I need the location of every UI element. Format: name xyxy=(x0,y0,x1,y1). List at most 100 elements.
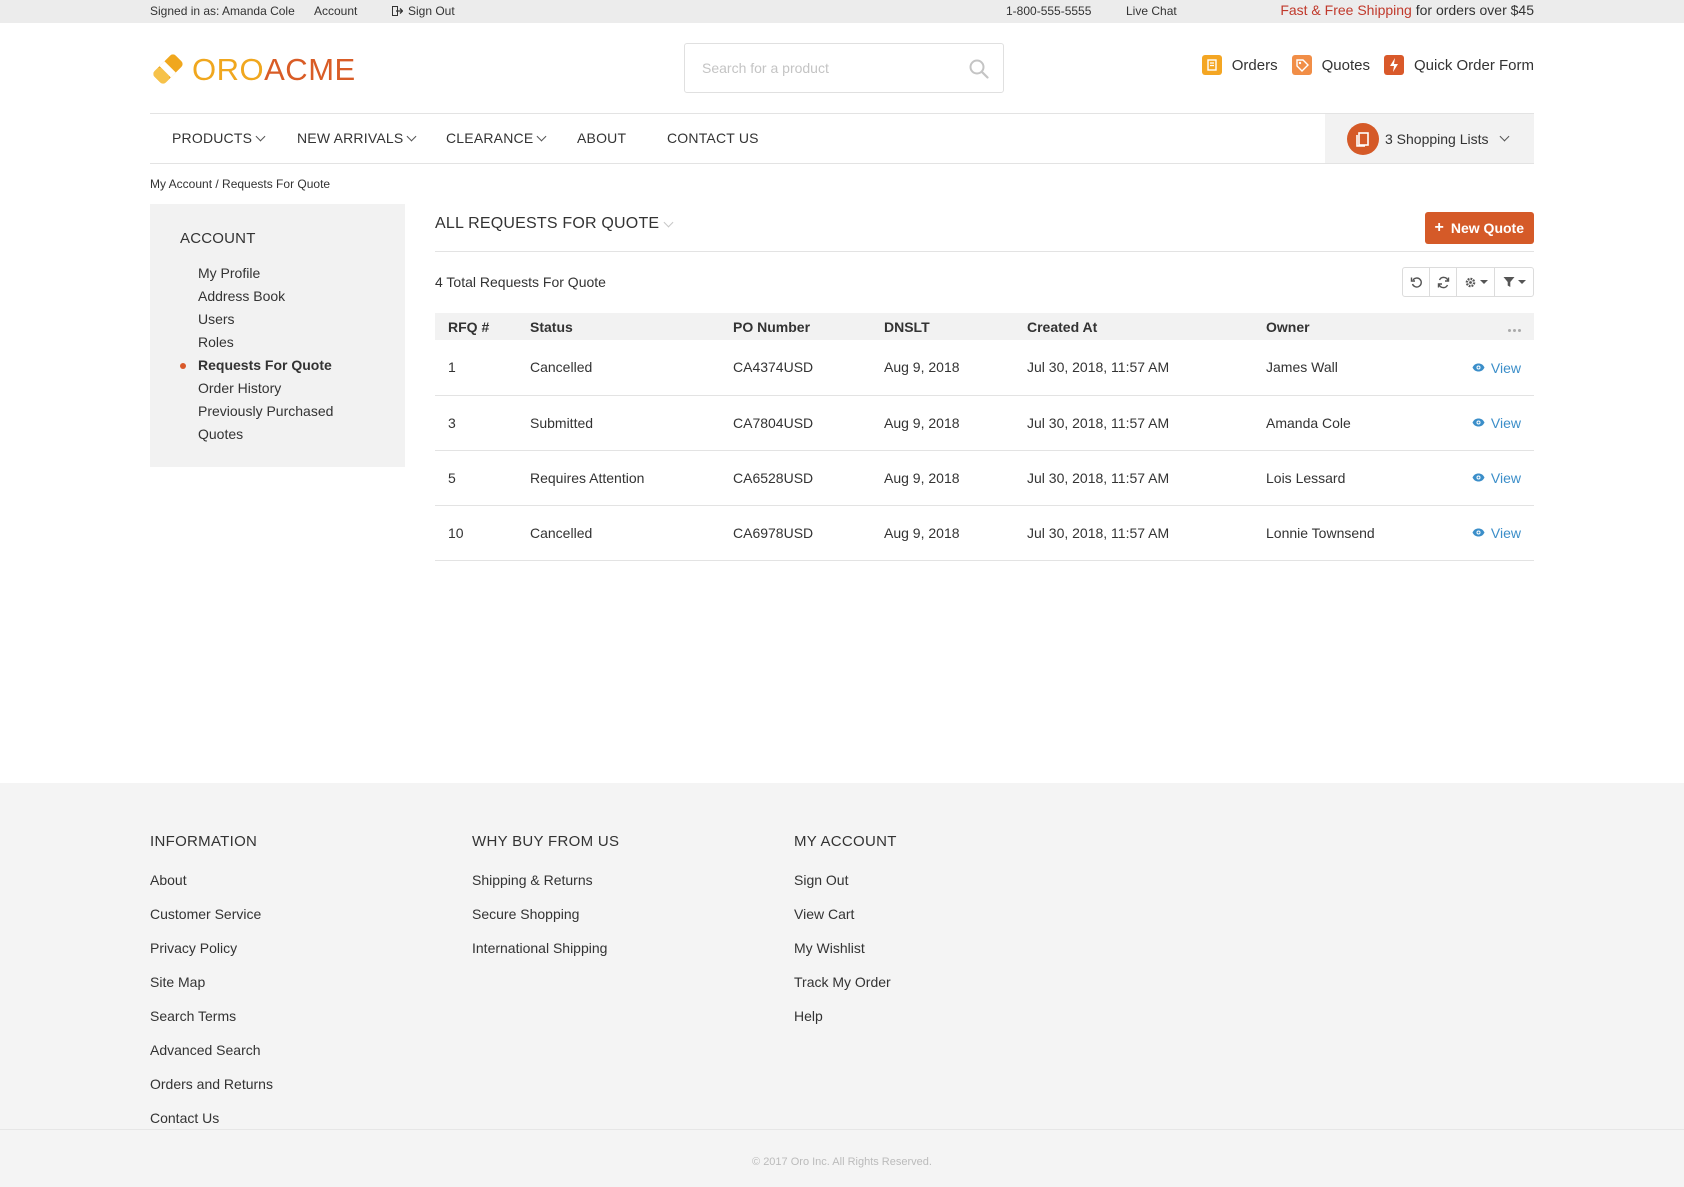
footer-column-why-buy: WHY BUY FROM US Shipping & Returns Secur… xyxy=(472,833,619,965)
cell-po-number: CA6528USD xyxy=(733,469,814,486)
shopping-list-icon xyxy=(1347,122,1379,155)
grid-settings-button[interactable] xyxy=(1457,268,1495,296)
quotes-link[interactable]: Quotes xyxy=(1291,55,1370,75)
footer-column-my-account: MY ACCOUNT Sign Out View Cart My Wishlis… xyxy=(794,833,897,1033)
logo-text: OROACME xyxy=(192,54,356,85)
filter-button[interactable] xyxy=(1495,268,1533,296)
footer-link-site-map[interactable]: Site Map xyxy=(150,965,273,999)
chevron-down-icon xyxy=(255,131,266,141)
site-footer: INFORMATION About Customer Service Priva… xyxy=(0,783,1684,1187)
account-link[interactable]: Account xyxy=(314,4,357,18)
sidebar-item-roles[interactable]: Roles xyxy=(198,331,405,354)
search-input[interactable] xyxy=(685,44,945,92)
breadcrumb[interactable]: My Account / Requests For Quote xyxy=(150,164,1534,204)
column-header-owner[interactable]: Owner xyxy=(1266,313,1442,340)
sidebar-item-my-profile[interactable]: My Profile xyxy=(198,262,405,285)
refresh-button[interactable] xyxy=(1430,268,1457,296)
shipping-promo: Fast & Free Shipping for orders over $45 xyxy=(1280,2,1534,18)
table-row: 5 Requires Attention CA6528USD Aug 9, 20… xyxy=(435,450,1534,505)
sidebar-item-previously-purchased[interactable]: Previously Purchased xyxy=(198,400,405,423)
footer-link-privacy-policy[interactable]: Privacy Policy xyxy=(150,931,273,965)
column-header-dnslt[interactable]: DNSLT xyxy=(884,313,1027,340)
chevron-down-icon xyxy=(406,131,417,141)
logo-oro: ORO xyxy=(192,51,265,87)
sidebar-item-users[interactable]: Users xyxy=(198,308,405,331)
cell-rfq: 1 xyxy=(448,359,456,376)
sidebar-item-quotes[interactable]: Quotes xyxy=(198,423,405,446)
eye-icon xyxy=(1472,528,1485,537)
logo-acme: ACME xyxy=(264,51,356,87)
grid-actions xyxy=(1402,267,1534,297)
footer-link-my-wishlist[interactable]: My Wishlist xyxy=(794,931,897,965)
footer-link-sign-out[interactable]: Sign Out xyxy=(794,863,897,897)
footer-link-orders-and-returns[interactable]: Orders and Returns xyxy=(150,1067,273,1101)
view-label: View xyxy=(1490,359,1521,376)
footer-link-shipping-returns[interactable]: Shipping & Returns xyxy=(472,863,619,897)
quotes-label: Quotes xyxy=(1321,56,1370,74)
cell-actions: View xyxy=(1442,395,1534,450)
new-quote-button[interactable]: + New Quote xyxy=(1424,212,1534,244)
cell-status: Requires Attention xyxy=(530,469,645,486)
view-link[interactable]: View xyxy=(1472,470,1521,486)
sidebar-item-order-history[interactable]: Order History xyxy=(198,377,405,400)
footer-link-customer-service[interactable]: Customer Service xyxy=(150,897,273,931)
footer-link-help[interactable]: Help xyxy=(794,999,897,1033)
oroacme-logo[interactable]: OROACME xyxy=(150,51,356,87)
view-link[interactable]: View xyxy=(1472,525,1521,541)
nav-new-arrivals[interactable]: NEW ARRIVALS xyxy=(297,130,417,146)
column-header-po-number[interactable]: PO Number xyxy=(733,313,884,340)
shopping-lists-dropdown[interactable]: 3 Shopping Lists xyxy=(1325,114,1534,163)
column-header-rfq[interactable]: RFQ # xyxy=(435,313,530,340)
cell-owner: Lonnie Townsend xyxy=(1266,524,1375,541)
sidebar-item-address-book[interactable]: Address Book xyxy=(198,285,405,308)
footer-link-search-terms[interactable]: Search Terms xyxy=(150,999,273,1033)
page-title[interactable]: ALL REQUESTS FOR QUOTE xyxy=(435,215,674,233)
cell-status: Cancelled xyxy=(530,359,593,376)
active-indicator xyxy=(180,363,186,369)
cell-rfq: 3 xyxy=(448,414,456,431)
chevron-down-icon xyxy=(663,217,674,227)
cell-po-number: CA4374USD xyxy=(733,359,814,376)
cell-owner: Amanda Cole xyxy=(1266,414,1351,431)
nav-products[interactable]: PRODUCTS xyxy=(172,130,266,146)
nav-clearance[interactable]: CLEARANCE xyxy=(446,130,547,146)
footer-link-about[interactable]: About xyxy=(150,863,273,897)
nav-contact-us[interactable]: CONTACT US xyxy=(667,130,759,146)
quick-order-form-link[interactable]: Quick Order Form xyxy=(1383,55,1534,75)
view-link[interactable]: View xyxy=(1472,415,1521,431)
nav-new-arrivals-label: NEW ARRIVALS xyxy=(297,130,404,146)
promo-accent[interactable]: Fast & Free Shipping xyxy=(1280,2,1412,18)
lightning-icon xyxy=(1383,55,1404,75)
column-header-status[interactable]: Status xyxy=(530,313,733,340)
cell-actions: View xyxy=(1442,505,1534,560)
nav-about[interactable]: ABOUT xyxy=(577,130,626,146)
eye-icon xyxy=(1472,363,1485,372)
promo-rest: for orders over $45 xyxy=(1411,2,1534,18)
reset-button[interactable] xyxy=(1403,268,1430,296)
sign-out-link[interactable]: Sign Out xyxy=(392,4,455,18)
more-icon xyxy=(1508,328,1521,332)
sidebar-item-requests-for-quote[interactable]: Requests For Quote xyxy=(180,354,405,377)
footer-link-view-cart[interactable]: View Cart xyxy=(794,897,897,931)
search-icon[interactable] xyxy=(969,59,989,79)
eye-icon xyxy=(1472,418,1485,427)
footer-link-secure-shopping[interactable]: Secure Shopping xyxy=(472,897,619,931)
filter-icon xyxy=(1503,277,1514,287)
nav-contact-us-label: CONTACT US xyxy=(667,130,759,146)
live-chat-link[interactable]: Live Chat xyxy=(1126,4,1177,18)
column-header-created-at[interactable]: Created At xyxy=(1027,313,1266,340)
cell-rfq: 10 xyxy=(448,524,464,541)
footer-link-advanced-search[interactable]: Advanced Search xyxy=(150,1033,273,1067)
orders-link[interactable]: Orders xyxy=(1201,55,1278,75)
cell-created-at: Jul 30, 2018, 11:57 AM xyxy=(1027,524,1170,541)
view-link[interactable]: View xyxy=(1472,360,1521,376)
shopping-lists-label: 3 Shopping Lists xyxy=(1385,130,1489,147)
footer-link-international-shipping[interactable]: International Shipping xyxy=(472,931,619,965)
copyright-text: © 2017 Oro Inc. All Rights Reserved. xyxy=(0,1129,1684,1187)
top-bar: Signed in as: Amanda Cole Account Sign O… xyxy=(0,0,1684,23)
rfq-table: RFQ # Status PO Number DNSLT Created At … xyxy=(435,313,1534,561)
footer-link-contact-us[interactable]: Contact Us xyxy=(150,1101,273,1135)
footer-link-track-my-order[interactable]: Track My Order xyxy=(794,965,897,999)
cell-po-number: CA7804USD xyxy=(733,414,814,431)
quick-order-label: Quick Order Form xyxy=(1413,56,1534,74)
